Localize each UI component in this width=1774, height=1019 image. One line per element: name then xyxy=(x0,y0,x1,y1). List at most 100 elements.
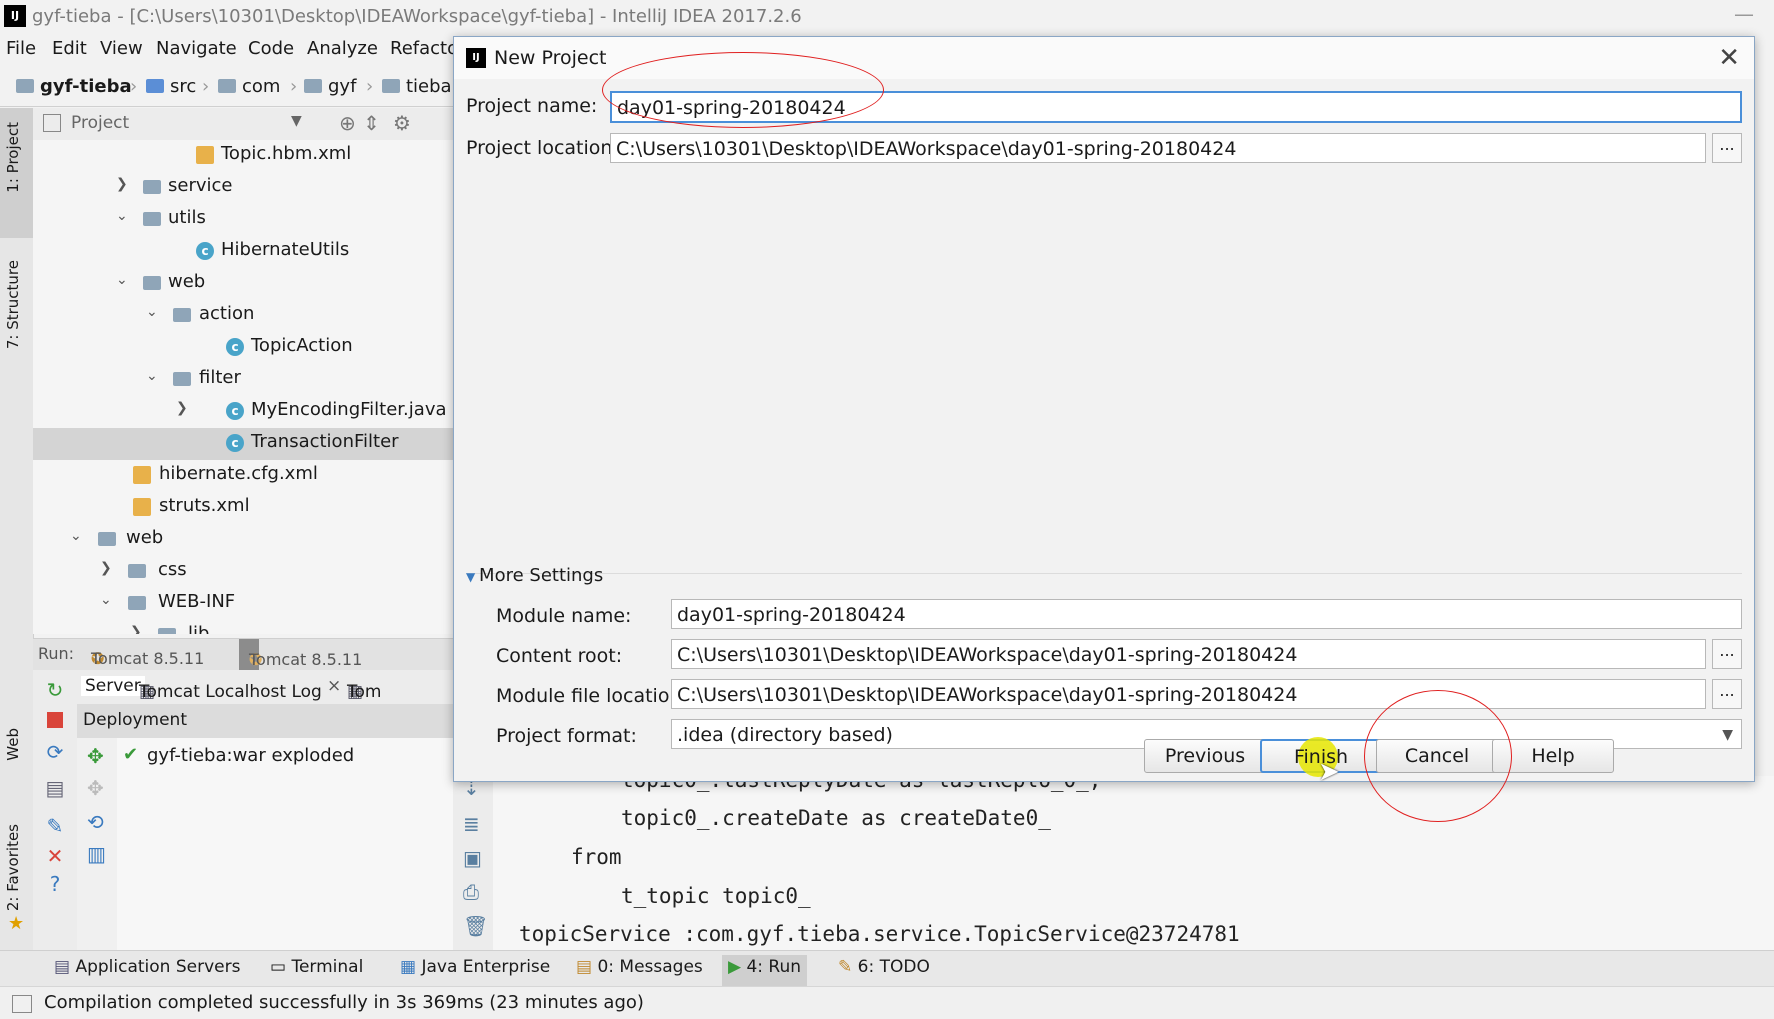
tool-terminal[interactable]: ▭ Terminal xyxy=(264,955,369,987)
module-name-input[interactable]: day01-spring-20180424 xyxy=(671,599,1742,629)
console-line: topicService :com.gyf.tieba.service.Topi… xyxy=(519,922,1240,946)
settings-icon[interactable]: ▥ xyxy=(87,842,106,866)
close-icon[interactable]: ✕ xyxy=(45,846,65,866)
tree-item[interactable]: Topic.hbm.xml xyxy=(33,140,453,172)
tree-item[interactable]: ❯ lib xyxy=(33,620,453,634)
new-project-dialog: IJ New Project ✕ Project name: day01-spr… xyxy=(453,36,1755,787)
collapse-all-icon[interactable]: ⇕ xyxy=(363,111,380,135)
tool-todo[interactable]: ✎ 6: TODO xyxy=(832,955,936,987)
tree-item[interactable]: ⌄ web xyxy=(33,524,453,556)
update-icon[interactable]: ⟲ xyxy=(87,810,104,834)
print-icon[interactable]: ⎙ xyxy=(463,880,479,904)
browse-location-button[interactable]: ... xyxy=(1712,133,1742,163)
layout-icon[interactable]: ▤ xyxy=(45,778,65,798)
module-name-label: Module name: xyxy=(496,605,632,627)
close-icon[interactable]: ✕ xyxy=(1718,43,1740,73)
help-icon[interactable]: ? xyxy=(45,874,65,894)
tool-java-enterprise[interactable]: ▦ Java Enterprise xyxy=(394,955,556,987)
module-file-location-input[interactable]: C:\Users\10301\Desktop\IDEAWorkspace\day… xyxy=(671,679,1706,709)
soft-wrap-icon[interactable]: ≣ xyxy=(463,812,480,836)
close-tab-icon[interactable]: × xyxy=(327,676,341,696)
tree-item[interactable]: ⌄ web xyxy=(33,268,453,300)
tree-item[interactable]: ❯ c MyEncodingFilter.java xyxy=(33,396,453,428)
menu-file[interactable]: File xyxy=(6,38,36,59)
chevron-down-icon[interactable]: ⌄ xyxy=(70,528,84,544)
project-location-input[interactable]: C:\Users\10301\Desktop\IDEAWorkspace\day… xyxy=(610,133,1706,163)
chevron-down-icon[interactable]: ⌄ xyxy=(146,368,160,384)
tree-item[interactable]: ❯ service xyxy=(33,172,453,204)
menu-refactor[interactable]: Refacto xyxy=(390,38,458,59)
tool-tab-favorites[interactable]: 2: Favorites xyxy=(4,824,22,911)
menu-code[interactable]: Code xyxy=(248,38,294,59)
tree-item[interactable]: ❯ css xyxy=(33,556,453,588)
chevron-right-icon[interactable]: ❯ xyxy=(100,560,114,576)
tree-item[interactable]: ⌄ WEB-INF xyxy=(33,588,453,620)
scroll-to-end-icon[interactable]: ▣ xyxy=(463,846,482,870)
chevron-down-icon[interactable]: ▼ xyxy=(291,113,302,129)
module-folder-icon xyxy=(16,79,34,93)
chevron-right-icon[interactable]: ❯ xyxy=(176,400,190,416)
breadcrumb-item[interactable]: src xyxy=(146,76,196,97)
tab-server[interactable]: Server xyxy=(81,676,145,696)
window-title: gyf-tieba - [C:\Users\10301\Desktop\IDEA… xyxy=(32,6,802,27)
class-icon: c xyxy=(226,434,244,452)
menu-edit[interactable]: Edit xyxy=(52,38,87,59)
deployment-toolbar: ✥ ✥ ⟲ ▥ xyxy=(77,738,118,950)
tool-tab-project[interactable]: 1: Project xyxy=(4,122,22,193)
deploy-icon[interactable]: ✥ xyxy=(87,744,104,768)
tree-item[interactable]: struts.xml xyxy=(33,492,453,524)
browse-content-root-button[interactable]: ... xyxy=(1712,639,1742,669)
tool-app-servers[interactable]: ▤ Application Servers xyxy=(48,955,246,987)
tree-item[interactable]: ⌄ action xyxy=(33,300,453,332)
breadcrumb-item[interactable]: gyf-tieba xyxy=(16,76,132,97)
help-button[interactable]: Help xyxy=(1492,739,1614,773)
project-view-selector[interactable]: Project xyxy=(71,113,129,133)
chevron-down-icon[interactable]: ⌄ xyxy=(146,304,160,320)
chevron-right-icon[interactable]: ❯ xyxy=(130,624,144,634)
stop-icon[interactable] xyxy=(47,712,63,728)
refresh-icon[interactable]: ⟳ xyxy=(45,742,65,762)
breadcrumb-item[interactable]: gyf xyxy=(304,76,356,97)
tree-item-selected[interactable]: c TransactionFilter xyxy=(33,428,453,460)
menu-analyze[interactable]: Analyze xyxy=(307,38,378,59)
status-toggle-icon[interactable] xyxy=(12,995,32,1013)
tree-item[interactable]: hibernate.cfg.xml xyxy=(33,460,453,492)
content-root-input[interactable]: C:\Users\10301\Desktop\IDEAWorkspace\day… xyxy=(671,639,1706,669)
more-settings-toggle[interactable]: ▼ More Settings xyxy=(466,565,603,586)
trash-icon[interactable]: 🗑 xyxy=(463,914,488,938)
locate-icon[interactable]: ⊕ xyxy=(339,111,356,135)
menu-navigate[interactable]: Navigate xyxy=(156,38,237,59)
pin-icon[interactable]: ✎ xyxy=(45,816,65,836)
previous-button[interactable]: Previous xyxy=(1144,739,1266,773)
deployment-item[interactable]: gyf-tieba:war exploded xyxy=(147,745,354,766)
run-tab-tomcat-active[interactable]: ✪ Tomcat 8.5.11 xyxy=(239,639,362,671)
minimize-icon[interactable]: — xyxy=(1734,2,1754,26)
tree-item[interactable]: c TopicAction xyxy=(33,332,453,364)
menu-view[interactable]: View xyxy=(100,38,143,59)
cancel-button[interactable]: Cancel xyxy=(1376,739,1498,773)
intellij-logo-icon: IJ xyxy=(4,5,26,27)
undeploy-icon[interactable]: ✥ xyxy=(87,776,104,800)
tree-item[interactable]: ⌄ filter xyxy=(33,364,453,396)
folder-icon xyxy=(98,532,116,546)
tool-run[interactable]: ▶ 4: Run xyxy=(722,955,808,987)
chevron-down-icon[interactable]: ⌄ xyxy=(116,208,130,224)
tool-messages[interactable]: ▤ 0: Messages xyxy=(570,955,709,987)
folder-icon xyxy=(128,564,146,578)
breadcrumb-item[interactable]: com xyxy=(218,76,280,97)
tool-tab-web[interactable]: Web xyxy=(4,728,22,761)
breadcrumb-item[interactable]: tieba xyxy=(382,76,452,97)
project-name-label: Project name: xyxy=(466,95,598,117)
tool-tab-structure[interactable]: 7: Structure xyxy=(4,260,22,349)
run-toolbar: ↻ ⟳ ▤ ✎ ✕ ? xyxy=(33,670,78,950)
project-name-input[interactable]: day01-spring-20180424 xyxy=(610,91,1742,123)
chevron-down-icon[interactable]: ⌄ xyxy=(100,592,114,608)
gear-icon[interactable]: ⚙ xyxy=(393,111,411,135)
rerun-icon[interactable]: ↻ xyxy=(45,680,65,700)
chevron-right-icon[interactable]: ❯ xyxy=(116,176,130,192)
tree-item[interactable]: c HibernateUtils xyxy=(33,236,453,268)
chevron-down-icon[interactable]: ⌄ xyxy=(116,272,130,288)
dialog-title: New Project xyxy=(494,47,607,69)
tree-item[interactable]: ⌄ utils xyxy=(33,204,453,236)
browse-module-file-button[interactable]: ... xyxy=(1712,679,1742,709)
